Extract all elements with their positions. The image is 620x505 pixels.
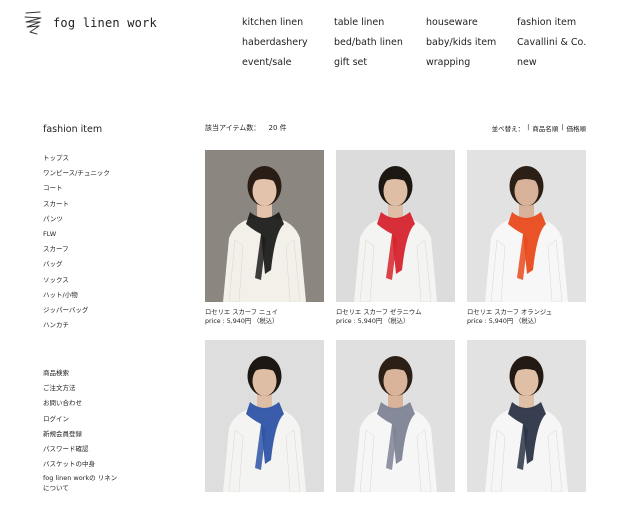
sidebar-item-handkerchief[interactable]: ハンカチ (43, 319, 110, 334)
product-photo[interactable] (336, 150, 455, 302)
nav-houseware[interactable]: houseware (426, 17, 517, 29)
link-register[interactable]: 新規会員登録 (43, 428, 123, 443)
product-photo[interactable] (467, 340, 586, 492)
model-illustration (485, 166, 568, 302)
product-card[interactable]: ロセリエ スカーフ オランジュ price : 5,940円 （税込） (467, 150, 586, 326)
item-count: 該当アイテム数： 20 件 (205, 123, 293, 133)
sidebar-item-onepiece[interactable]: ワンピース/チュニック (43, 167, 110, 182)
nav-cavallini[interactable]: Cavallini & Co. (517, 37, 607, 49)
link-password[interactable]: パスワード確認 (43, 443, 123, 458)
product-card[interactable]: ロセリエ スカーフ ゼラニウム price : 5,940円 （税込） (336, 150, 455, 326)
brand-logo[interactable]: fog linen work (22, 10, 157, 36)
sidebar-item-flw[interactable]: FLW (43, 228, 110, 243)
item-count-label: 該当アイテム数： (205, 124, 261, 132)
product-name[interactable]: ロセリエ スカーフ ニュイ (205, 308, 324, 317)
product-photo[interactable] (336, 340, 455, 492)
model-illustration (354, 166, 437, 302)
sort-by-name[interactable]: 商品名順 (532, 123, 558, 133)
sort-separator: | (527, 123, 530, 131)
nav-event-sale[interactable]: event/sale (242, 57, 334, 69)
nav-baby-kids-item[interactable]: baby/kids item (426, 37, 517, 49)
link-login[interactable]: ログイン (43, 413, 123, 428)
main-nav: kitchen linen table linen houseware fash… (242, 17, 607, 69)
nav-table-linen[interactable]: table linen (334, 17, 426, 29)
brand-name: fog linen work (53, 16, 157, 30)
model-illustration (223, 166, 306, 302)
link-contact[interactable]: お問い合わせ (43, 397, 123, 412)
nav-fashion-item[interactable]: fashion item (517, 17, 607, 29)
product-name[interactable]: ロセリエ スカーフ ゼラニウム (336, 308, 455, 317)
logo-scribble-icon (24, 11, 42, 35)
product-card[interactable] (467, 340, 586, 492)
link-basket[interactable]: バスケットの中身 (43, 458, 123, 473)
product-photo[interactable] (205, 340, 324, 492)
product-price: price : 5,940円 （税込） (467, 318, 541, 325)
sidebar-utility-links: 商品検索 ご注文方法 お問い合わせ ログイン 新規会員登録 パスワード確認 バス… (43, 367, 123, 497)
nav-wrapping[interactable]: wrapping (426, 57, 517, 69)
nav-gift-set[interactable]: gift set (334, 57, 426, 69)
sort-by-price[interactable]: 価格順 (567, 123, 587, 133)
link-about-linen[interactable]: fog linen workの リネンについて (43, 473, 123, 497)
model-illustration (485, 356, 568, 492)
model-illustration (223, 356, 306, 492)
product-card[interactable] (205, 340, 324, 492)
sidebar-item-tops[interactable]: トップス (43, 152, 110, 167)
nav-new[interactable]: new (517, 57, 607, 69)
product-grid: ロセリエ スカーフ ニュイ price : 5,940円 （税込） ロセリエ ス… (205, 150, 586, 492)
product-card[interactable] (336, 340, 455, 492)
product-price: price : 5,940円 （税込） (205, 318, 279, 325)
sidebar-title: fashion item (43, 124, 103, 135)
sort-label: 並べ替え： (491, 125, 525, 133)
product-name[interactable]: ロセリエ スカーフ オランジュ (467, 308, 586, 317)
sidebar-categories: トップス ワンピース/チュニック コート スカート パンツ FLW スカーフ バ… (43, 152, 110, 334)
sort-separator: | (561, 123, 564, 131)
nav-haberdashery[interactable]: haberdashery (242, 37, 334, 49)
sidebar-item-zipper-bag[interactable]: ジッパーバッグ (43, 304, 110, 319)
sidebar-item-hat[interactable]: ハット/小物 (43, 289, 110, 304)
sidebar-item-scarf[interactable]: スカーフ (43, 243, 110, 258)
sidebar-item-pants[interactable]: パンツ (43, 213, 110, 228)
link-product-search[interactable]: 商品検索 (43, 367, 123, 382)
sidebar-item-bag[interactable]: バッグ (43, 258, 110, 273)
sidebar-item-coat[interactable]: コート (43, 182, 110, 197)
item-count-value: 20 件 (268, 124, 287, 132)
product-photo[interactable] (467, 150, 586, 302)
sort-controls: 並べ替え： | 商品名順 | 価格順 (492, 123, 586, 133)
link-how-to-order[interactable]: ご注文方法 (43, 382, 123, 397)
nav-kitchen-linen[interactable]: kitchen linen (242, 17, 334, 29)
product-price: price : 5,940円 （税込） (336, 318, 410, 325)
model-illustration (354, 356, 437, 492)
sidebar-item-skirt[interactable]: スカート (43, 198, 110, 213)
nav-bed-bath-linen[interactable]: bed/bath linen (334, 37, 426, 49)
product-photo[interactable] (205, 150, 324, 302)
product-card[interactable]: ロセリエ スカーフ ニュイ price : 5,940円 （税込） (205, 150, 324, 326)
sidebar-item-socks[interactable]: ソックス (43, 274, 110, 289)
